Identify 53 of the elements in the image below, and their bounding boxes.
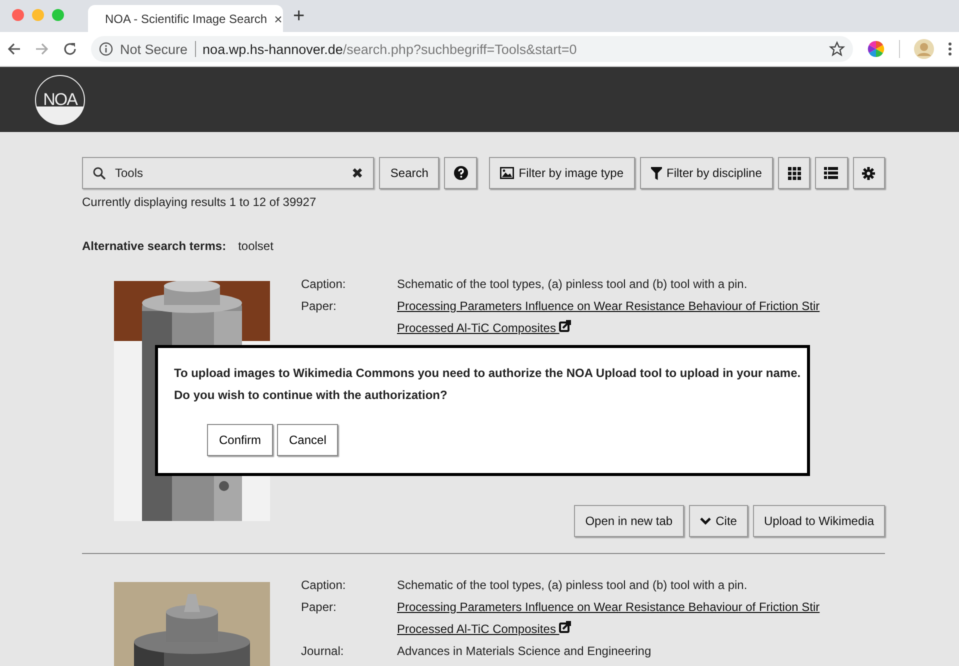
new-tab-button[interactable]: + [293, 5, 305, 28]
alternatives-label: Alternative search terms: [82, 239, 226, 253]
address-bar[interactable]: Not Secure noa.wp.hs-hannover.de/search.php?suchbegriff=Tools&start=0 [91, 36, 853, 62]
close-tab-button[interactable]: × [274, 10, 282, 26]
list-view-button[interactable] [815, 157, 848, 189]
settings-button[interactable] [852, 157, 886, 189]
dialog-message: Do you wish to continue with the authorization? [174, 387, 448, 404]
list-icon [824, 167, 838, 179]
field-value: Schematic of the tool types, (a) pinless tool and (b) tool with a pin. [397, 276, 748, 293]
alternative-term[interactable]: toolset [238, 239, 274, 253]
help-button[interactable] [444, 157, 477, 189]
paper-link[interactable]: Processing Parameters Influence on Wear Resistance Behaviour of Friction Stir Processed Al-TiC Composites [397, 596, 837, 640]
menu-icon[interactable] [948, 42, 952, 56]
browser-tab[interactable]: NOA - Scientific Image Search × [88, 5, 283, 32]
field-value: Schematic of the tool types, (a) pinless tool and (b) tool with a pin. [397, 577, 748, 594]
security-label: Not Secure [120, 42, 188, 56]
action-button[interactable]: Upload to Wikimedia [752, 505, 885, 537]
color-wheel-icon[interactable] [867, 40, 885, 58]
filter-image-type-button[interactable]: Filter by image type [488, 157, 635, 189]
url-text: noa.wp.hs-hannover.de/search.php?suchbegriff=Tools&start=0 [202, 42, 578, 56]
site-logo[interactable]: NOA [35, 74, 85, 124]
action-button[interactable]: Open in new tab [574, 505, 684, 537]
settings-icon [862, 166, 876, 180]
dialog-button[interactable]: Cancel [277, 424, 338, 456]
field-label: Caption: [301, 276, 347, 293]
chevron-down-icon [700, 517, 711, 525]
field-label: Paper: [301, 599, 338, 616]
external-link-icon[interactable] [559, 320, 572, 332]
filter-discipline-button[interactable]: Filter by discipline [640, 157, 773, 189]
back-icon[interactable] [7, 42, 21, 56]
field-label: Caption: [301, 577, 347, 594]
field-label: Journal: [301, 643, 345, 660]
grid-icon [788, 166, 801, 180]
field-value: Advances in Materials Science and Engineering [397, 643, 652, 660]
field-label: Paper: [301, 298, 338, 315]
search-field[interactable]: Tools ✖ [82, 157, 374, 189]
results-count: Currently displaying results 1 to 12 of 39927 [82, 195, 318, 209]
dialog-button[interactable]: Confirm [207, 424, 274, 456]
info-icon [99, 42, 113, 56]
tab-title: NOA - Scientific Image Search [105, 12, 268, 26]
image-icon [500, 167, 514, 179]
search-icon [93, 166, 106, 180]
reload-icon[interactable] [63, 42, 77, 56]
cite-button[interactable]: Cite [688, 505, 748, 537]
help-icon [454, 166, 468, 180]
grid-view-button[interactable] [778, 157, 810, 189]
star-icon[interactable] [829, 41, 845, 57]
external-link-icon[interactable] [559, 621, 572, 633]
dialog-message: To upload images to Wikimedia Commons you need to authorize the NOA Upload tool to upload in your name. [174, 365, 802, 382]
search-button[interactable]: Search [379, 157, 440, 189]
paper-link[interactable]: Processing Parameters Influence on Wear Resistance Behaviour of Friction Stir Processed Al-TiC Composites [397, 295, 837, 339]
clear-button[interactable]: ✖ [351, 165, 364, 181]
filter-icon [650, 166, 662, 180]
